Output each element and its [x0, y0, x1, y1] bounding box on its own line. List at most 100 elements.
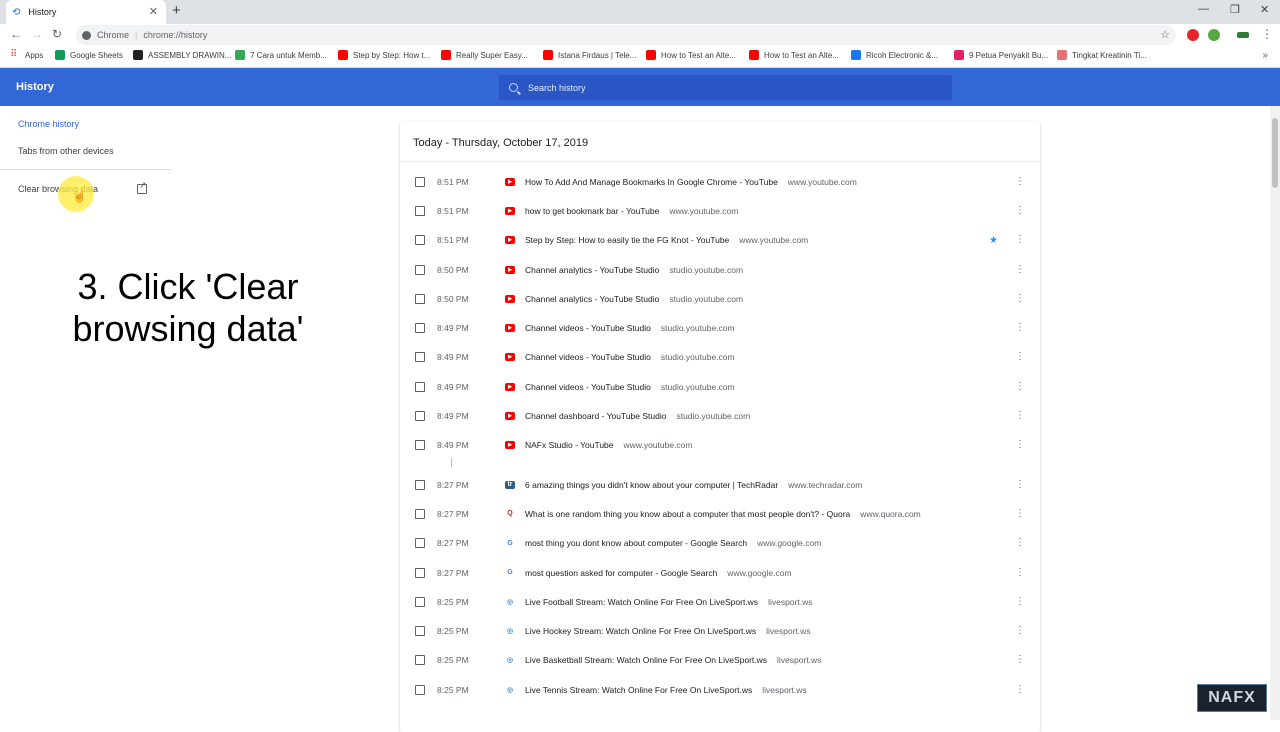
- history-row[interactable]: 8:50 PM ▶ Channel analytics - YouTube Stud…: [400, 284, 1040, 313]
- bookmark-item[interactable]: 9 Petua Penyakit Bu...: [954, 50, 1048, 60]
- extension-badge-icon[interactable]: [1237, 32, 1249, 38]
- history-row-link[interactable]: most thing you dont know about computer …: [525, 538, 821, 548]
- history-row-checkbox[interactable]: [415, 264, 425, 275]
- history-row-checkbox[interactable]: [415, 235, 425, 246]
- bookmark-item[interactable]: Really Super Easy...: [441, 50, 528, 60]
- tab-history[interactable]: ⟲ History ✕: [6, 0, 166, 24]
- history-row-checkbox[interactable]: [415, 626, 425, 637]
- more-actions-icon[interactable]: ⋮: [1015, 538, 1025, 548]
- history-row-checkbox[interactable]: [415, 440, 425, 451]
- history-row[interactable]: 8:51 PM ▶ How To Add And Manage Bookmarks …: [400, 167, 1040, 196]
- more-bookmarks-icon[interactable]: »: [1262, 50, 1268, 61]
- forward-icon[interactable]: →: [31, 27, 43, 41]
- history-row[interactable]: 8:25 PM ◎ Live Basketball Stream: Watch On…: [400, 646, 1040, 675]
- more-actions-icon[interactable]: ⋮: [1015, 479, 1025, 489]
- more-actions-icon[interactable]: ⋮: [1015, 323, 1025, 333]
- history-row-checkbox[interactable]: [415, 596, 425, 607]
- page-scrollbar[interactable]: [1270, 106, 1280, 720]
- history-row-checkbox[interactable]: [415, 508, 425, 519]
- history-row[interactable]: 8:49 PM ▶ NAFx Studio - YouTube www.youtube…: [400, 431, 1040, 460]
- history-row[interactable]: 8:49 PM ▶ Channel videos - YouTube Studio s…: [400, 313, 1040, 342]
- reload-icon[interactable]: ↻: [52, 27, 62, 41]
- more-actions-icon[interactable]: ⋮: [1015, 440, 1025, 450]
- history-row[interactable]: 8:25 PM ◎ Live Tennis Stream: Watch Online…: [400, 675, 1040, 704]
- history-row[interactable]: 8:27 PM Gmost question asked for computer…: [400, 558, 1040, 587]
- restore-icon[interactable]: ❐: [1230, 3, 1240, 16]
- omnibox[interactable]: Chrome | chrome://history ☆: [76, 25, 1176, 45]
- bookmark-apps[interactable]: ⠿ Apps: [10, 50, 43, 60]
- bookmark-item[interactable]: Ricoh Electronic &...: [851, 50, 938, 60]
- history-row-checkbox[interactable]: [415, 684, 425, 695]
- more-actions-icon[interactable]: ⋮: [1015, 264, 1025, 274]
- more-actions-icon[interactable]: ⋮: [1015, 293, 1025, 303]
- history-row-link[interactable]: What is one random thing you know about …: [525, 509, 921, 519]
- bookmark-item[interactable]: Tingkat Kreatinin Ti...: [1057, 50, 1147, 60]
- history-row-checkbox[interactable]: [415, 411, 425, 422]
- history-row[interactable]: 8:50 PM ▶ Channel analytics - YouTube Stud…: [400, 255, 1040, 284]
- extension-icon[interactable]: [1208, 29, 1220, 41]
- scrollbar-thumb[interactable]: [1272, 118, 1278, 188]
- history-row-link[interactable]: Channel analytics - YouTube Studio studio…: [525, 265, 743, 275]
- history-row-checkbox[interactable]: [415, 176, 425, 187]
- history-row-checkbox[interactable]: [415, 293, 425, 304]
- more-actions-icon[interactable]: ⋮: [1015, 381, 1025, 391]
- history-row-link[interactable]: Channel videos - YouTube Studio studio.yo…: [525, 382, 735, 392]
- history-row[interactable]: 8:51 PM ▶ how to get bookmark bar - YouTub…: [400, 196, 1040, 225]
- bookmarked-star-icon[interactable]: ★: [989, 235, 998, 246]
- bookmark-item[interactable]: How to Test an Alte...: [646, 50, 736, 60]
- history-row[interactable]: 8:27 PM tr 6 amazing things you didn't kno…: [400, 457, 1040, 499]
- history-row-link[interactable]: 6 amazing things you didn't know about y…: [525, 480, 862, 490]
- history-row[interactable]: 8:49 PM ▶ Channel dashboard - YouTube Stud…: [400, 401, 1040, 430]
- history-row-checkbox[interactable]: [415, 323, 425, 334]
- minimize-icon[interactable]: —: [1198, 3, 1209, 15]
- more-actions-icon[interactable]: ⋮: [1015, 596, 1025, 606]
- history-row-checkbox[interactable]: [415, 655, 425, 666]
- history-row-link[interactable]: Channel videos - YouTube Studio studio.yo…: [525, 352, 735, 362]
- history-row-link[interactable]: Channel analytics - YouTube Studio studio…: [525, 294, 743, 304]
- search-input[interactable]: [528, 82, 908, 93]
- history-row-checkbox[interactable]: [415, 567, 425, 578]
- more-actions-icon[interactable]: ⋮: [1015, 411, 1025, 421]
- bookmark-item[interactable]: Google Sheets: [55, 50, 123, 60]
- close-window-icon[interactable]: ✕: [1260, 3, 1269, 16]
- opera-extension-icon[interactable]: [1187, 29, 1199, 41]
- history-row-link[interactable]: most question asked for computer - Googl…: [525, 568, 792, 578]
- history-row-checkbox[interactable]: [415, 205, 425, 216]
- open-in-new-icon[interactable]: [137, 180, 147, 194]
- more-actions-icon[interactable]: ⋮: [1015, 352, 1025, 362]
- close-tab-icon[interactable]: ✕: [149, 5, 158, 18]
- more-actions-icon[interactable]: ⋮: [1015, 205, 1025, 215]
- new-tab-icon[interactable]: +: [172, 2, 181, 19]
- info-icon[interactable]: [82, 30, 91, 40]
- omnibox-url[interactable]: chrome://history: [143, 30, 207, 40]
- sidebar-item-chrome-history[interactable]: Chrome history: [18, 119, 79, 129]
- history-row-link[interactable]: Live Hockey Stream: Watch Online For Fre…: [525, 626, 811, 636]
- history-row-link[interactable]: Live Basketball Stream: Watch Online For…: [525, 655, 821, 665]
- menu-icon[interactable]: ⋮: [1261, 27, 1273, 41]
- bookmark-item[interactable]: 7 Cara untuk Memb...: [235, 50, 327, 60]
- history-row-link[interactable]: How To Add And Manage Bookmarks In Googl…: [525, 177, 857, 187]
- history-row-link[interactable]: Live Football Stream: Watch Online For F…: [525, 597, 812, 607]
- history-row-checkbox[interactable]: [415, 352, 425, 363]
- more-actions-icon[interactable]: ⋮: [1015, 655, 1025, 665]
- history-row-link[interactable]: Channel videos - YouTube Studio studio.yo…: [525, 323, 735, 333]
- history-row-link[interactable]: Live Tennis Stream: Watch Online For Fre…: [525, 685, 807, 695]
- history-row[interactable]: 8:49 PM ▶ Channel videos - YouTube Studio s…: [400, 372, 1040, 401]
- history-row-link[interactable]: Channel dashboard - YouTube Studio studio…: [525, 411, 750, 421]
- search-box[interactable]: [499, 75, 952, 100]
- more-actions-icon[interactable]: ⋮: [1015, 626, 1025, 636]
- bookmark-item[interactable]: Istana Firdaus | Tele...: [543, 50, 636, 60]
- history-row[interactable]: 8:49 PM ▶ Channel videos - YouTube Studio s…: [400, 343, 1040, 372]
- history-row-link[interactable]: NAFx Studio - YouTube www.youtube.com: [525, 440, 693, 450]
- bookmark-item[interactable]: How to Test an Alte...: [749, 50, 839, 60]
- history-row-checkbox[interactable]: [415, 479, 425, 490]
- history-row-link[interactable]: how to get bookmark bar - YouTube www.you…: [525, 206, 738, 216]
- history-row[interactable]: 8:51 PM ▶ Step by Step: How to easily tie …: [400, 226, 1040, 255]
- history-row-checkbox[interactable]: [415, 538, 425, 549]
- more-actions-icon[interactable]: ⋮: [1015, 567, 1025, 577]
- bookmark-item[interactable]: Step by Step: How t...: [338, 50, 430, 60]
- history-row[interactable]: 8:27 PM Q What is one random thing you kno…: [400, 499, 1040, 528]
- more-actions-icon[interactable]: ⋮: [1015, 508, 1025, 518]
- more-actions-icon[interactable]: ⋮: [1015, 684, 1025, 694]
- more-actions-icon[interactable]: ⋮: [1015, 235, 1025, 245]
